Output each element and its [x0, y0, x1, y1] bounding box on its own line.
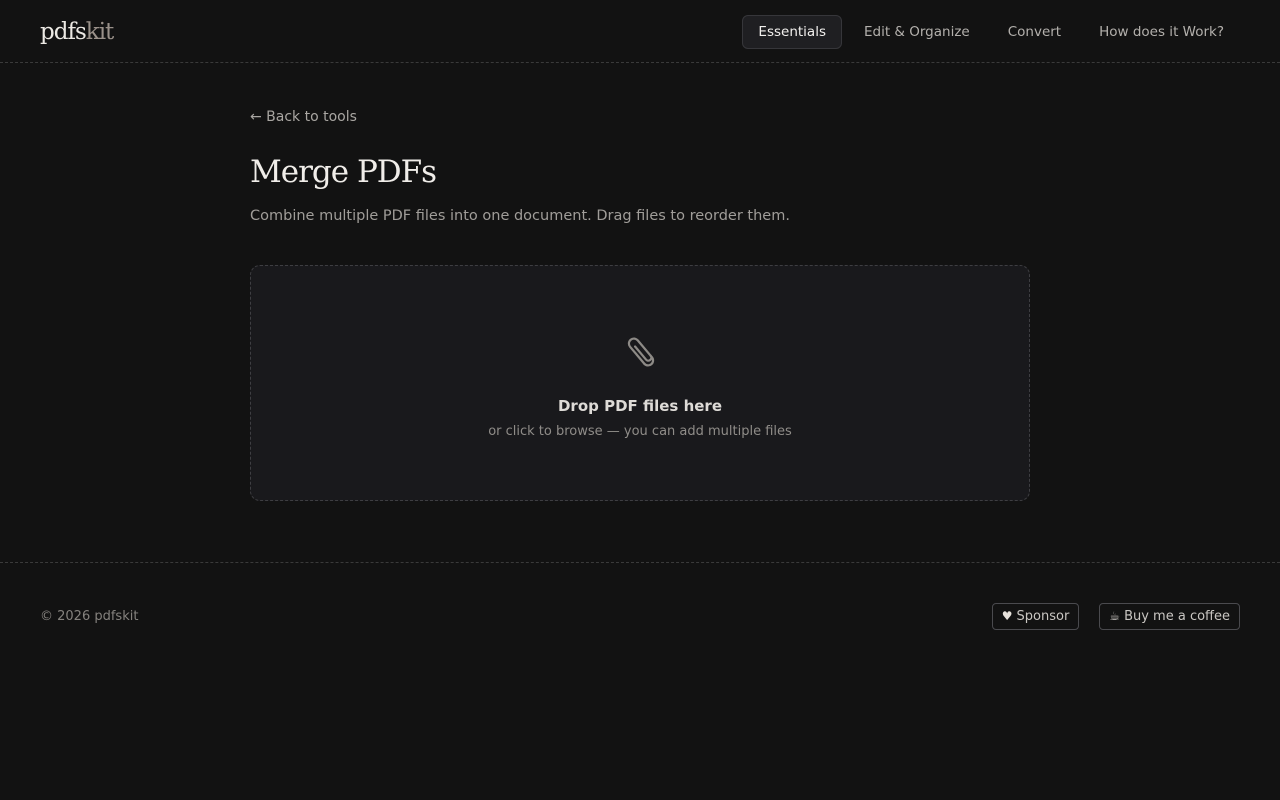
nav-convert[interactable]: Convert	[992, 15, 1077, 49]
copyright-text: © 2026 pdfskit	[40, 609, 139, 624]
footer-divider	[0, 562, 1280, 563]
page: pdfskit Essentials Edit & Organize Conve…	[0, 0, 1280, 800]
logo-part-pdfs: pdfs	[40, 19, 87, 45]
nav-edit-organize[interactable]: Edit & Organize	[848, 15, 986, 49]
coffee-label: Buy me a coffee	[1124, 609, 1230, 624]
nav-how-it-works[interactable]: How does it Work?	[1083, 15, 1240, 49]
page-subtitle: Combine multiple PDF files into one docu…	[250, 208, 790, 224]
heart-icon: ♥	[1001, 609, 1013, 623]
main-nav: Essentials Edit & Organize Convert How d…	[736, 15, 1240, 49]
sponsor-button[interactable]: ♥ Sponsor	[991, 603, 1080, 630]
back-to-tools-link[interactable]: ← Back to tools	[250, 109, 357, 125]
coffee-icon: ☕	[1109, 609, 1121, 623]
nav-essentials[interactable]: Essentials	[742, 15, 842, 49]
dropzone-title: Drop PDF files here	[557, 397, 723, 415]
top-bar: pdfskit Essentials Edit & Organize Conve…	[0, 0, 1280, 63]
pdf-dropzone[interactable]: Drop PDF files here or click to browse —…	[250, 265, 1030, 501]
paperclip-icon	[627, 337, 655, 367]
logo-part-kit: kit	[85, 19, 115, 45]
sponsor-label: Sponsor	[1016, 609, 1070, 624]
page-title: Merge PDFs	[250, 154, 437, 190]
buy-me-a-coffee-button[interactable]: ☕ Buy me a coffee	[1099, 603, 1240, 630]
dropzone-hint: or click to browse — you can add multipl…	[488, 424, 792, 439]
footer-actions: ♥ Sponsor ☕ Buy me a coffee	[972, 603, 1240, 630]
logo[interactable]: pdfskit	[40, 17, 115, 47]
